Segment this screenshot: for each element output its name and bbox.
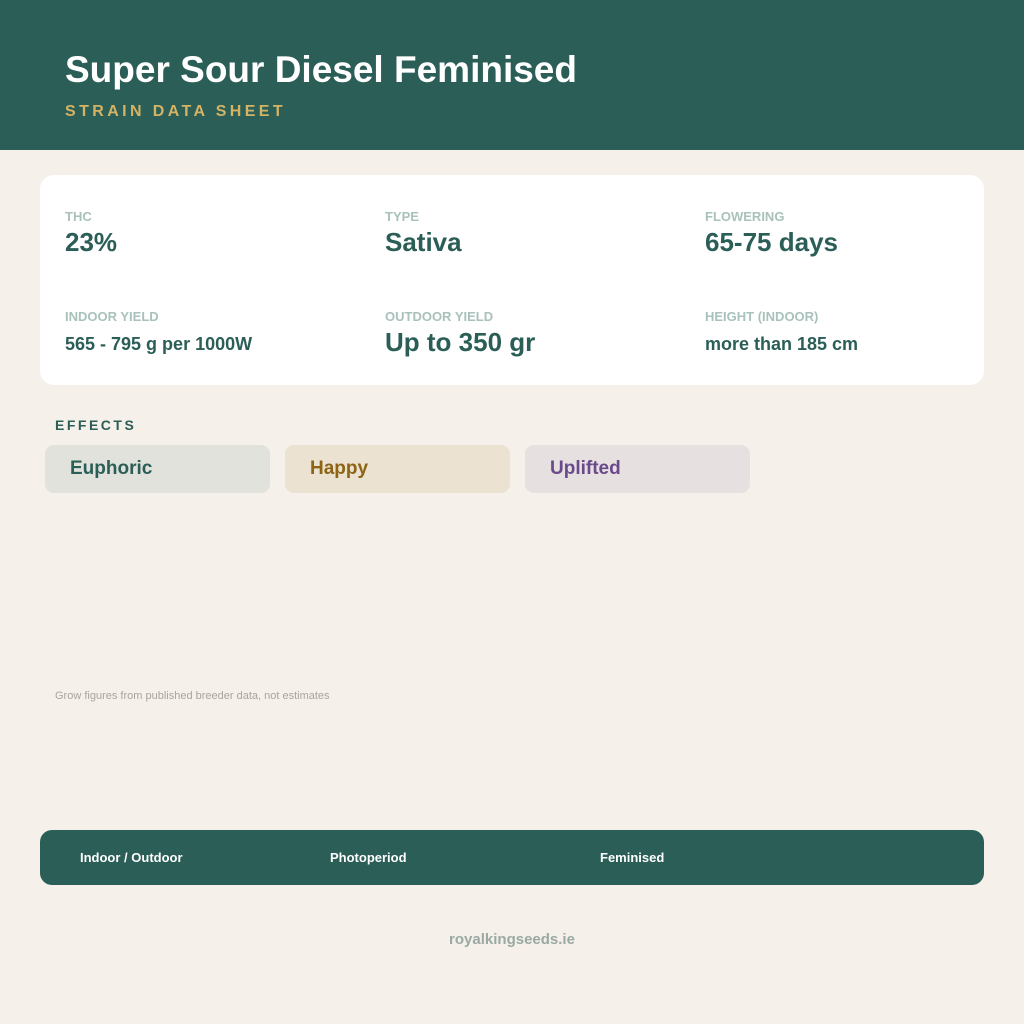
page-subtitle: STRAIN DATA SHEET: [65, 103, 287, 120]
stat-label: INDOOR YIELD: [65, 309, 159, 324]
stat-value: more than 185 cm: [705, 334, 859, 354]
stat-label: THC: [65, 209, 92, 224]
effect-pill-uplifted: Uplifted: [525, 445, 750, 493]
stats-card: THC 23% TYPE Sativa FLOWERING 65-75 days…: [40, 175, 984, 385]
feature-photoperiod: Photoperiod: [330, 850, 407, 865]
stat-label: OUTDOOR YIELD: [385, 309, 494, 324]
effect-pill-euphoric: Euphoric: [45, 445, 270, 493]
stat-value: 565 - 795 g per 1000W: [65, 334, 253, 354]
effect-pill-happy: Happy: [285, 445, 510, 493]
feature-feminised: Feminised: [600, 850, 665, 865]
feature-indoor-outdoor: Indoor / Outdoor: [80, 850, 183, 865]
stat-label: TYPE: [385, 209, 419, 224]
effects-heading: EFFECTS: [55, 417, 137, 433]
feature-bar: Indoor / Outdoor Photoperiod Feminised: [40, 830, 984, 885]
stat-label: FLOWERING: [705, 209, 785, 224]
stat-label: HEIGHT (INDOOR): [705, 309, 819, 324]
site-url[interactable]: royalkingseeds.ie: [0, 931, 1024, 949]
stat-value: Sativa: [385, 227, 462, 257]
stat-value: Up to 350 gr: [385, 327, 536, 357]
stat-value: 65-75 days: [705, 227, 838, 257]
page-title: Super Sour Diesel Feminised: [65, 49, 577, 90]
footnote: Grow figures from published breeder data…: [55, 690, 330, 702]
header: Super Sour Diesel Feminised STRAIN DATA …: [0, 0, 1024, 150]
stat-value: 23%: [65, 227, 118, 257]
